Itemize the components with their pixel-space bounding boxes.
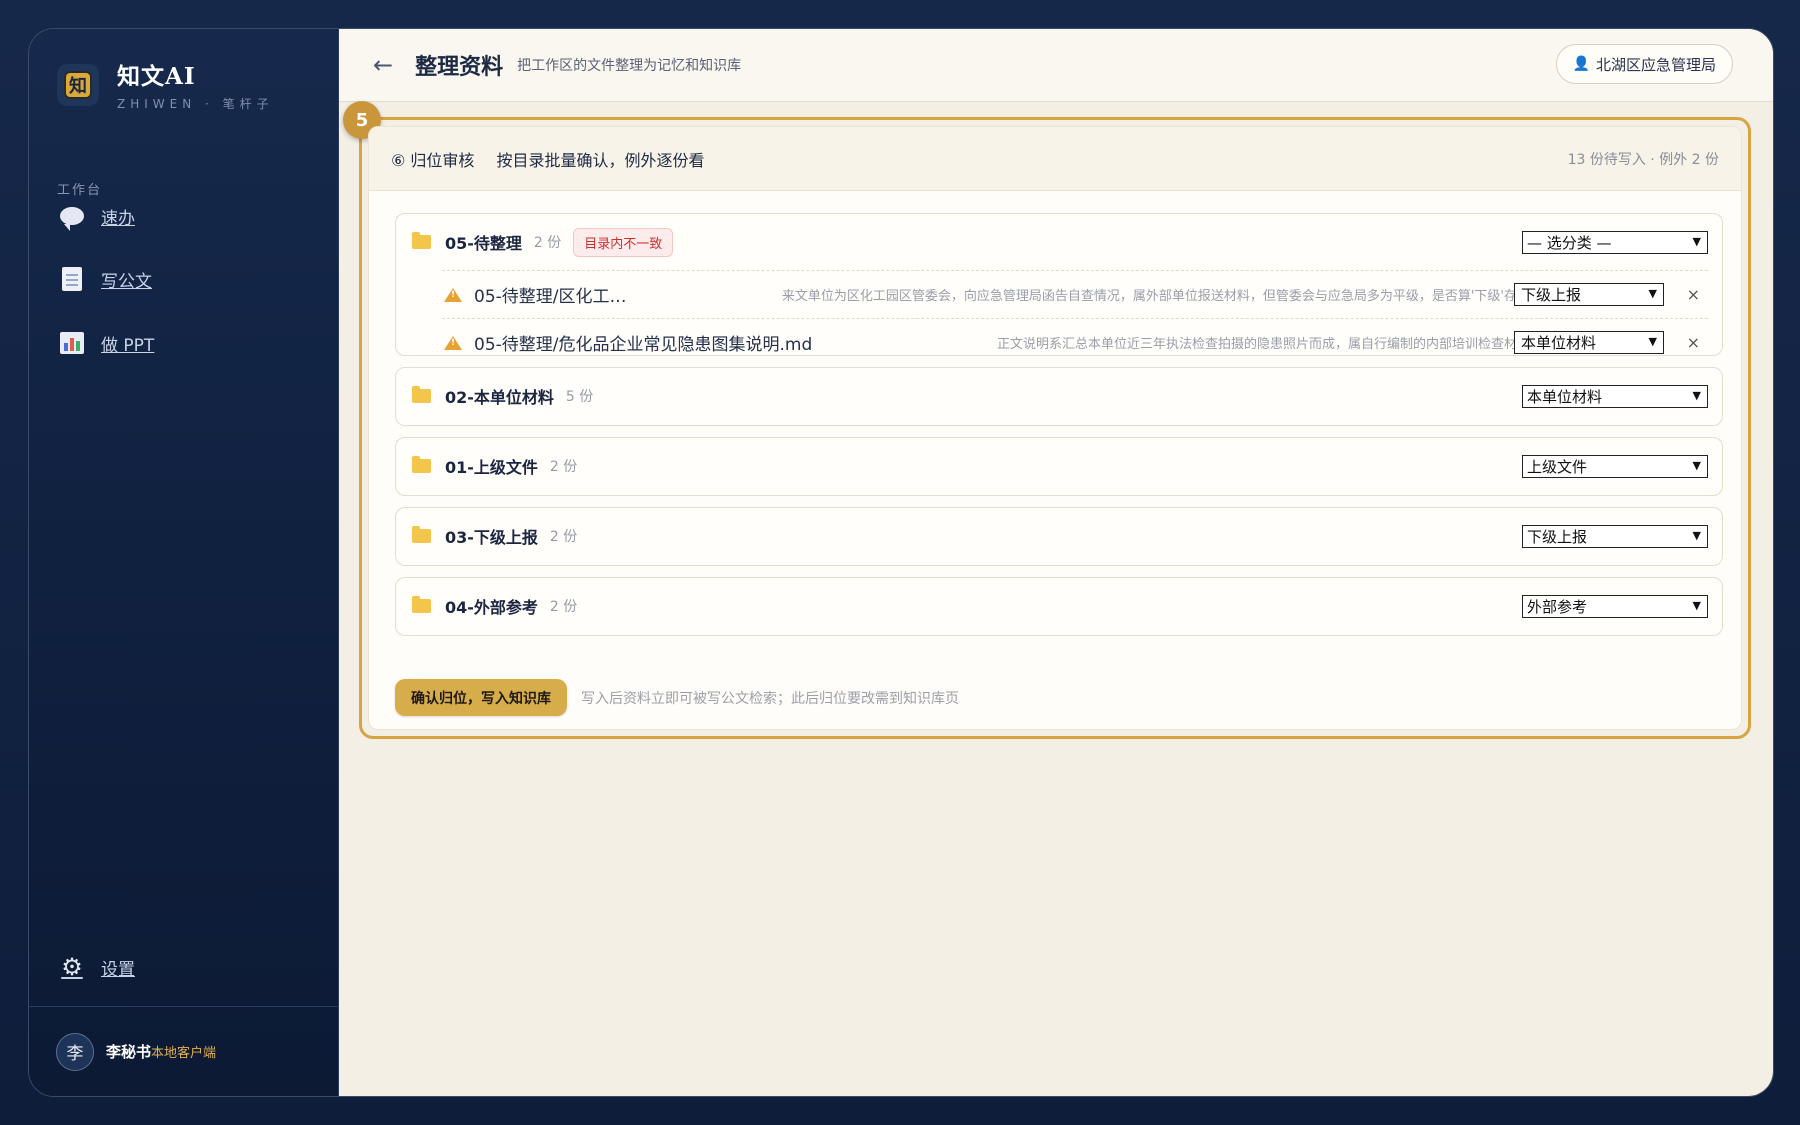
top-bar: ← 整理资料 把工作区的文件整理为记忆和知识库 👤 北湖区应急管理局: [339, 29, 1773, 102]
brand-logo: 知: [57, 63, 99, 106]
file-category-value: 本单位材料: [1521, 334, 1597, 352]
sidebar-item-label: 速办: [101, 208, 135, 229]
back-arrow-icon[interactable]: ←: [373, 51, 393, 79]
chevron-down-icon: ▼: [1692, 528, 1701, 542]
chevron-down-icon: ▼: [1648, 287, 1657, 300]
folder-group-header: 04-外部参考 2 份 外部参考 ▼: [396, 578, 1722, 634]
file-category-select[interactable]: 下级上报 ▼: [1514, 283, 1664, 306]
sidebar-item-ppt[interactable]: 做 PPT: [59, 330, 154, 356]
category-select-value: 本单位材料: [1527, 387, 1603, 406]
folder-name: 01-上级文件: [445, 458, 538, 477]
folder-name: 02-本单位材料: [445, 388, 554, 407]
category-select[interactable]: 下级上报 ▼: [1522, 524, 1708, 548]
sidebar-item-label: 做 PPT: [101, 335, 155, 356]
org-button[interactable]: 👤 北湖区应急管理局: [1555, 44, 1733, 84]
file-category-select[interactable]: 本单位材料 ▼: [1514, 331, 1664, 354]
file-note: 正文说明系汇总本单位近三年执法检查拍摄的隐患照片而成，属自行编制的内部培训检查材…: [996, 337, 1530, 352]
folder-icon: [412, 596, 431, 613]
brand-subtitle: ZHIWEN · 笔杆子: [117, 97, 274, 111]
folder-group: 01-上级文件 2 份 上级文件 ▼: [395, 437, 1723, 496]
folder-group: 04-外部参考 2 份 外部参考 ▼: [395, 577, 1723, 636]
client-tag: 本地客户端: [151, 1046, 217, 1061]
folder-count: 2 份: [549, 599, 578, 615]
avatar[interactable]: 李: [56, 1032, 94, 1071]
sidebar-item-label: 写公文: [101, 271, 152, 292]
warning-icon: [444, 287, 462, 302]
sidebar-item-write-doc[interactable]: 写公文: [59, 266, 152, 292]
sidebar-section-label: 工作台: [57, 183, 103, 198]
category-select[interactable]: 外部参考 ▼: [1522, 594, 1708, 618]
folder-group-header: 03-下级上报 2 份 下级上报 ▼: [396, 508, 1722, 564]
file-name: 05-待整理/危化品企业常见隐患图集说明.md: [474, 335, 813, 355]
chevron-down-icon: ▼: [1692, 598, 1701, 612]
panel-header: ⑥ 归位审核 按目录批量确认，例外逐份看 13 份待写入 · 例外 2 份: [369, 127, 1741, 191]
folder-icon: [412, 526, 431, 543]
person-icon: 👤: [1572, 56, 1590, 72]
folder-group: 03-下级上报 2 份 下级上报 ▼: [395, 507, 1723, 566]
gear-icon: ⚙: [61, 953, 83, 981]
logo-icon: 知: [64, 70, 92, 99]
folder-group-header: 05-待整理 2 份 目录内不一致 — 选分类 — ▼: [396, 214, 1722, 270]
folder-count: 2 份: [533, 235, 562, 251]
page-subtitle: 把工作区的文件整理为记忆和知识库: [517, 58, 742, 74]
sidebar-item-settings[interactable]: ⚙ 设置: [59, 953, 135, 981]
folder-count: 2 份: [549, 529, 578, 545]
brand: 知 知文AI ZHIWEN · 笔杆子: [57, 57, 274, 112]
folder-group: 02-本单位材料 5 份 本单位材料 ▼: [395, 367, 1723, 426]
step-description: 按目录批量确认，例外逐份看: [496, 150, 705, 170]
sidebar-item-quick[interactable]: 速办: [59, 203, 135, 231]
app-window: 知 知文AI ZHIWEN · 笔杆子 工作台 速办 写公文 做 PPT ⚙ 设…: [28, 28, 1774, 1097]
folder-name: 05-待整理: [445, 234, 522, 253]
file-category-value: 下级上报: [1521, 286, 1582, 304]
category-select-value: — 选分类 —: [1527, 233, 1612, 252]
folder-group: 05-待整理 2 份 目录内不一致 — 选分类 — ▼ 05-待整理/区化工… …: [395, 213, 1723, 356]
brand-name: 知文AI: [117, 63, 196, 90]
folder-count: 5 份: [565, 389, 594, 405]
folder-group-header: 01-上级文件 2 份 上级文件 ▼: [396, 438, 1722, 494]
warning-icon: [444, 335, 462, 350]
folder-name: 04-外部参考: [445, 598, 538, 617]
folder-name: 03-下级上报: [445, 528, 538, 547]
main-area: ← 整理资料 把工作区的文件整理为记忆和知识库 👤 北湖区应急管理局 5 ⑥ 归…: [339, 29, 1773, 1096]
folder-icon: [412, 386, 431, 403]
inconsistent-badge: 目录内不一致: [573, 227, 674, 257]
bar-chart-icon: [59, 330, 85, 356]
category-select-value: 外部参考: [1527, 597, 1588, 616]
step-label: ⑥ 归位审核: [391, 150, 475, 170]
file-name: 05-待整理/区化工…: [474, 287, 627, 307]
category-select[interactable]: — 选分类 — ▼: [1522, 230, 1708, 254]
folder-count: 2 份: [549, 459, 578, 475]
chevron-down-icon: ▼: [1692, 458, 1701, 472]
file-note: 来文单位为区化工园区管委会，向应急管理局函告自查情况，属外部单位报送材料，但管委…: [781, 289, 1530, 304]
folder-icon: [412, 456, 431, 473]
user-name: 李秘书: [106, 1043, 152, 1061]
exception-file-row: 05-待整理/危化品企业常见隐患图集说明.md 正文说明系汇总本单位近三年执法检…: [442, 318, 1708, 366]
sidebar-item-label: 设置: [101, 959, 135, 980]
category-select[interactable]: 本单位材料 ▼: [1522, 384, 1708, 408]
chevron-down-icon: ▼: [1692, 388, 1701, 402]
remove-icon[interactable]: ×: [1687, 285, 1700, 304]
remove-icon[interactable]: ×: [1687, 333, 1700, 352]
folder-icon: [412, 232, 431, 249]
exception-file-row: 05-待整理/区化工… 来文单位为区化工园区管委会，向应急管理局函告自查情况，属…: [442, 270, 1708, 318]
category-select[interactable]: 上级文件 ▼: [1522, 454, 1708, 478]
sidebar: 知 知文AI ZHIWEN · 笔杆子 工作台 速办 写公文 做 PPT ⚙ 设…: [29, 29, 339, 1096]
chat-bubble-icon: [59, 203, 85, 231]
confirm-write-button[interactable]: 确认归位，写入知识库: [395, 679, 567, 716]
pending-stats: 13 份待写入 · 例外 2 份: [1567, 151, 1719, 168]
category-select-value: 下级上报: [1527, 527, 1588, 546]
folder-group-header: 02-本单位材料 5 份 本单位材料 ▼: [396, 368, 1722, 424]
document-icon: [59, 266, 85, 292]
confirm-hint: 写入后资料立即可被写公文检索；此后归位要改需到知识库页: [581, 690, 959, 707]
confirm-row: 确认归位，写入知识库 写入后资料立即可被写公文检索；此后归位要改需到知识库页: [395, 679, 959, 716]
org-name: 北湖区应急管理局: [1595, 55, 1716, 74]
chevron-down-icon: ▼: [1692, 234, 1701, 248]
category-select-value: 上级文件: [1527, 457, 1588, 476]
review-panel: ⑥ 归位审核 按目录批量确认，例外逐份看 13 份待写入 · 例外 2 份 05…: [368, 126, 1742, 730]
chevron-down-icon: ▼: [1648, 335, 1657, 348]
page-title: 整理资料: [415, 54, 504, 80]
user-footer: 李 李秘书 本地客户端: [29, 1006, 338, 1096]
